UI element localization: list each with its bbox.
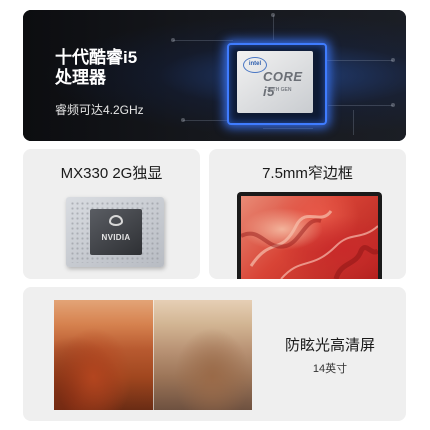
laptop-screen-image: [237, 192, 382, 279]
gpu-chip-icon: NVIDIA: [66, 197, 164, 267]
screen-size-label: 14英寸: [312, 363, 348, 375]
red-wallpaper-image: [241, 196, 378, 279]
gpu-heading: MX330 2G独显: [60, 165, 163, 182]
cpu-model-mark: CORE i5: [263, 69, 303, 99]
nvidia-eye-icon: [109, 215, 123, 226]
canyon-comparison-image: [54, 300, 252, 410]
cpu-heading: 十代酷睿i5 处理器: [55, 48, 195, 88]
nvidia-logo-text: NVIDIA: [101, 233, 131, 242]
cpu-turbo-frequency: 睿频可达4.2GHz: [55, 103, 144, 117]
cpu-heading-line1: 十代酷睿i5: [55, 48, 138, 67]
canyon-antiglare-half: [54, 300, 153, 410]
screen-heading: 防眩光高清屏: [284, 337, 375, 354]
cpu-gen-mark: 10TH GEN: [267, 87, 292, 93]
cpu-chip-icon: intel CORE i5 10TH GEN: [237, 51, 313, 113]
bezel-heading: 7.5mm窄边框: [262, 165, 353, 182]
gpu-die: NVIDIA: [90, 209, 142, 255]
gpu-feature-card: MX330 2G独显 NVIDIA: [23, 149, 200, 279]
bezel-feature-card: 7.5mm窄边框: [209, 149, 406, 279]
canyon-glare-half: [153, 300, 252, 410]
cpu-feature-banner: intel CORE i5 10TH GEN 十代酷睿i5 处理器 睿频可达4.…: [23, 10, 406, 141]
comparison-divider: [153, 300, 154, 410]
cpu-heading-line2: 处理器: [55, 68, 106, 87]
screen-feature-card: 防眩光高清屏 14英寸: [23, 287, 406, 421]
